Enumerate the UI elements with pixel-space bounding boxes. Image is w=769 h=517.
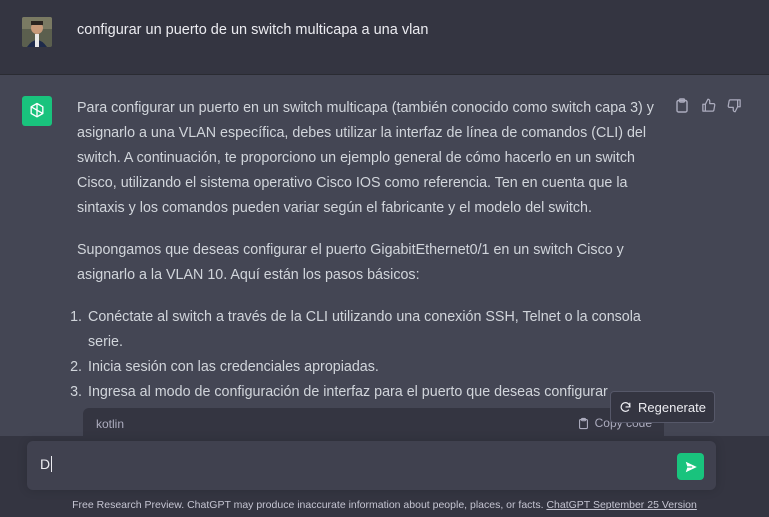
- thumbs-up-icon[interactable]: [700, 97, 716, 113]
- step-number: 3.: [70, 384, 82, 400]
- clipboard-icon: [578, 417, 588, 429]
- code-block-header: kotlin Copy code: [83, 408, 664, 438]
- chatgpt-logo-icon: [22, 96, 52, 126]
- message-actions: [674, 97, 742, 113]
- step-text: Conéctate al switch a través de la CLI u…: [88, 309, 641, 350]
- disclaimer-footer: Free Research Preview. ChatGPT may produ…: [0, 499, 769, 511]
- clipboard-icon[interactable]: [674, 97, 690, 113]
- user-message-row: configurar un puerto de un switch multic…: [0, 0, 769, 75]
- code-language: kotlin: [96, 417, 125, 431]
- message-input[interactable]: D: [27, 441, 716, 490]
- step-number: 2.: [70, 359, 82, 375]
- answer-paragraph: Supongamos que deseas configurar el puer…: [77, 242, 624, 283]
- regenerate-label: Regenerate: [638, 399, 706, 415]
- send-button[interactable]: [677, 453, 704, 480]
- list-item: 1. Conéctate al switch a través de la CL…: [70, 305, 662, 355]
- answer-paragraph: Para configurar un puerto en un switch m…: [77, 100, 654, 216]
- message-input-value: D: [40, 456, 53, 472]
- step-number: 1.: [70, 309, 82, 325]
- thumbs-down-icon[interactable]: [726, 97, 742, 113]
- user-avatar: [22, 17, 52, 47]
- disclaimer-text: Free Research Preview. ChatGPT may produ…: [72, 499, 544, 511]
- step-text: Inicia sesión con las credenciales aprop…: [88, 359, 379, 375]
- assistant-answer: Para configurar un puerto en un switch m…: [70, 96, 662, 430]
- user-message-text: configurar un puerto de un switch multic…: [77, 22, 429, 38]
- send-icon: [685, 461, 697, 472]
- version-link[interactable]: ChatGPT September 25 Version: [546, 499, 696, 511]
- refresh-icon: [620, 401, 631, 412]
- list-item: 2. Inicia sesión con las credenciales ap…: [70, 355, 662, 380]
- regenerate-button[interactable]: Regenerate: [610, 391, 715, 423]
